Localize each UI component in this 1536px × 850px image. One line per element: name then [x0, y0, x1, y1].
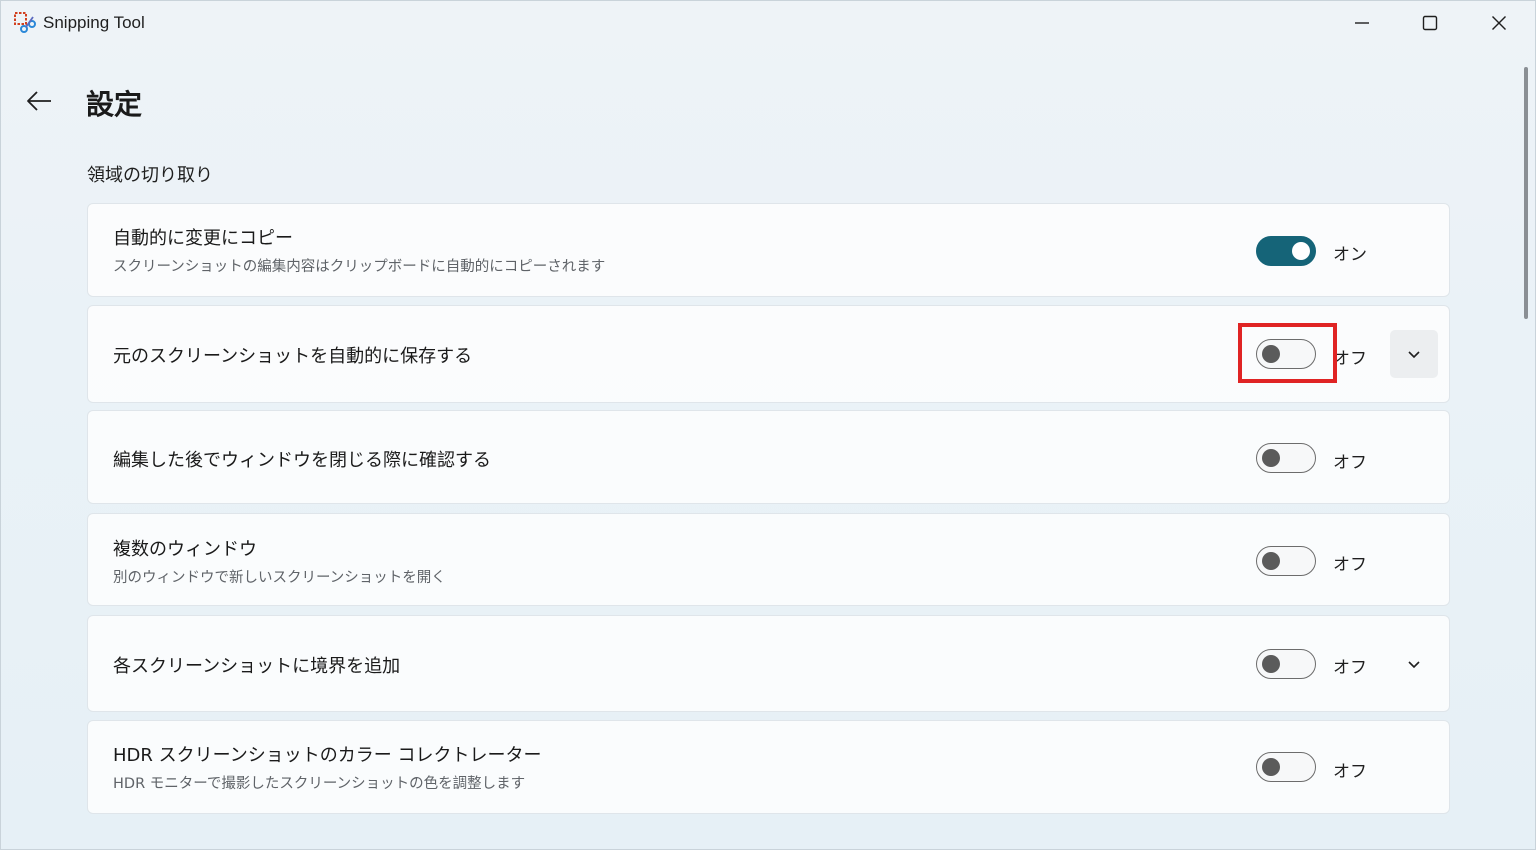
setting-title: 編集した後でウィンドウを閉じる際に確認する	[113, 450, 491, 471]
back-button[interactable]	[19, 85, 59, 121]
toggle-state-label: オフ	[1333, 349, 1367, 369]
scrollbar-thumb[interactable]	[1524, 67, 1528, 319]
toggle-knob	[1262, 552, 1280, 570]
setting-title: 各スクリーンショットに境界を追加	[113, 656, 401, 677]
toggle-state-label: オフ	[1333, 762, 1367, 782]
toggle-knob	[1262, 655, 1280, 673]
app-title: Snipping Tool	[43, 13, 145, 32]
expand-button[interactable]	[1390, 640, 1438, 688]
chevron-down-icon	[1407, 345, 1421, 364]
toggle-knob	[1292, 242, 1310, 260]
snipping-tool-icon	[13, 11, 37, 35]
toggle-state-label: オフ	[1333, 658, 1367, 678]
minimize-icon	[1354, 15, 1370, 31]
close-button[interactable]	[1465, 1, 1533, 45]
setting-card-add-border[interactable]: 各スクリーンショットに境界を追加 オフ	[87, 615, 1450, 712]
expand-button[interactable]	[1390, 330, 1438, 378]
confirm-close-toggle[interactable]	[1256, 443, 1316, 473]
snipping-tool-window: Snipping Tool 設定 領域の切り取り 自動的に変更にコピー スクリー…	[0, 0, 1536, 850]
setting-description: スクリーンショットの編集内容はクリップボードに自動的にコピーされます	[113, 259, 606, 275]
close-icon	[1491, 15, 1507, 31]
hdr-color-toggle[interactable]	[1256, 752, 1316, 782]
auto-copy-toggle[interactable]	[1256, 236, 1316, 266]
maximize-button[interactable]	[1396, 1, 1464, 45]
multiple-windows-toggle[interactable]	[1256, 546, 1316, 576]
chevron-down-icon	[1407, 655, 1421, 674]
back-arrow-icon	[26, 91, 52, 115]
title-bar[interactable]: Snipping Tool	[1, 1, 1535, 45]
setting-description: 別のウィンドウで新しいスクリーンショットを開く	[113, 570, 446, 586]
setting-description: HDR モニターで撮影したスクリーンショットの色を調整します	[113, 776, 526, 792]
page-title: 設定	[86, 88, 143, 121]
auto-save-toggle[interactable]	[1256, 339, 1316, 369]
setting-title: 元のスクリーンショットを自動的に保存する	[113, 346, 473, 367]
toggle-knob	[1262, 449, 1280, 467]
toggle-knob	[1262, 345, 1280, 363]
toggle-state-label: オフ	[1333, 555, 1367, 575]
setting-title: 複数のウィンドウ	[113, 539, 257, 560]
setting-title: 自動的に変更にコピー	[113, 228, 293, 249]
setting-card-confirm-close: 編集した後でウィンドウを閉じる際に確認する オフ	[87, 410, 1450, 504]
section-title: 領域の切り取り	[87, 165, 213, 186]
toggle-state-label: オン	[1333, 245, 1367, 265]
maximize-icon	[1422, 15, 1438, 31]
setting-card-auto-copy: 自動的に変更にコピー スクリーンショットの編集内容はクリップボードに自動的にコピ…	[87, 203, 1450, 297]
setting-card-hdr-color: HDR スクリーンショットのカラー コレクトレーター HDR モニターで撮影した…	[87, 720, 1450, 814]
setting-card-auto-save[interactable]: 元のスクリーンショットを自動的に保存する オフ	[87, 305, 1450, 403]
setting-title: HDR スクリーンショットのカラー コレクトレーター	[113, 745, 542, 766]
toggle-knob	[1262, 758, 1280, 776]
add-border-toggle[interactable]	[1256, 649, 1316, 679]
minimize-button[interactable]	[1328, 1, 1396, 45]
setting-card-multiple-windows: 複数のウィンドウ 別のウィンドウで新しいスクリーンショットを開く オフ	[87, 513, 1450, 606]
toggle-state-label: オフ	[1333, 453, 1367, 473]
